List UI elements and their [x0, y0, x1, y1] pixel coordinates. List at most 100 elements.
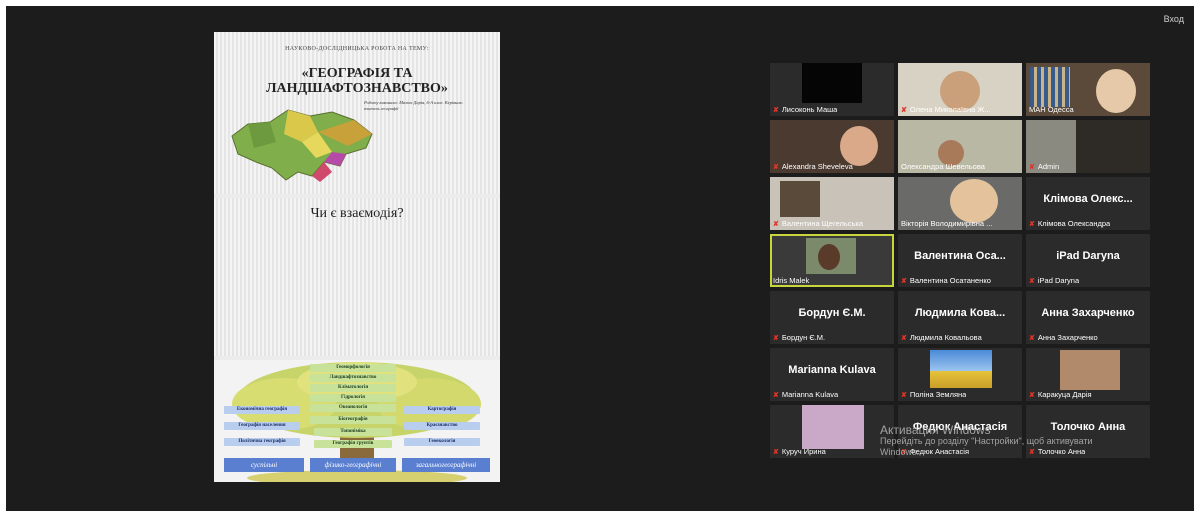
- tree-label: Гідрологія: [310, 394, 396, 402]
- tree-label: Кліматологія: [310, 384, 396, 392]
- tree-label: Географія населення: [224, 422, 300, 430]
- mic-muted-icon: ✘: [901, 107, 907, 114]
- tree-label: Океанологія: [310, 404, 396, 412]
- participant-tile[interactable]: ✘ Валентина Щегельська: [770, 177, 894, 230]
- mic-muted-icon: ✘: [901, 392, 907, 399]
- category-physical: фізико-географічні: [310, 458, 396, 472]
- tree-label: Картографія: [404, 406, 480, 414]
- participant-tile[interactable]: ✘ Каракуца Дарія: [1026, 348, 1150, 401]
- participant-display-name: Бордун Є.М.: [798, 307, 866, 319]
- participant-tile[interactable]: Бордун Є.М. ✘ Бордун Є.М.: [770, 291, 894, 344]
- participant-tile[interactable]: ✘ Поліна Земляна: [898, 348, 1022, 401]
- participant-name: ✘ Admin: [1029, 162, 1060, 171]
- mic-muted-icon: ✘: [773, 164, 779, 171]
- tree-label: Геоморфологія: [310, 364, 396, 372]
- watermark-line: Windows.: [880, 447, 920, 457]
- category-social: суспільні: [224, 458, 304, 472]
- participant-name: Вікторія Володимирівна ...: [901, 219, 993, 228]
- mic-muted-icon: ✘: [773, 107, 779, 114]
- participant-display-name: Валентина Оса...: [914, 250, 1006, 262]
- sign-in-link[interactable]: Вход: [1164, 14, 1184, 24]
- mic-muted-icon: ✘: [773, 392, 779, 399]
- tree-label: Економічна географія: [224, 406, 300, 414]
- slide-question: Чи є взаємодія?: [310, 206, 404, 221]
- participant-display-name: iPad Daryna: [1056, 250, 1120, 262]
- participant-tile[interactable]: ✘ Alexandra Sheveleva: [770, 120, 894, 173]
- participant-name: МАН Одесса: [1029, 105, 1074, 114]
- participant-name: ✘ Куруч Ирина: [773, 447, 826, 456]
- participant-name: ✘ Олена Миколаївна Ж...: [901, 105, 991, 114]
- participant-display-name: Людмила Кова...: [914, 307, 1006, 319]
- mic-muted-icon: ✘: [1029, 392, 1035, 399]
- tree-label: Краєзнавство: [404, 422, 480, 430]
- participant-tile[interactable]: iPad Daryna ✘ iPad Daryna: [1026, 234, 1150, 287]
- mic-muted-icon: ✘: [1029, 164, 1035, 171]
- participant-name: ✘ Анна Захарченко: [1029, 333, 1098, 342]
- shared-screen: НАУКОВО-ДОСЛІДНИЦЬКА РОБОТА НА ТЕМУ: «ГЕ…: [214, 32, 500, 482]
- participant-name: ✘ iPad Daryna: [1029, 276, 1080, 285]
- participant-display-name: Marianna Kulava: [788, 364, 876, 376]
- participant-name: ✘ Бордун Є.М.: [773, 333, 826, 342]
- slide-title: «ГЕОГРАФІЯ ТА ЛАНДШАФТОЗНАВСТВО»: [266, 66, 448, 96]
- tree-label: Географія грунтів: [314, 440, 392, 448]
- participant-name: ✘ Marianna Kulava: [773, 390, 839, 399]
- participant-tile[interactable]: Marianna Kulava ✘ Marianna Kulava: [770, 348, 894, 401]
- participant-tile[interactable]: ✘ Admin: [1026, 120, 1150, 173]
- slide-1: НАУКОВО-ДОСЛІДНИЦЬКА РОБОТА НА ТЕМУ: «ГЕ…: [214, 32, 500, 194]
- video-feed: [840, 126, 878, 166]
- tree-label: Політична географія: [224, 438, 300, 446]
- tree-label: Геоекологія: [404, 438, 480, 446]
- mic-muted-icon: ✘: [1029, 278, 1035, 285]
- participant-tile[interactable]: ✘ Олена Миколаївна Ж...: [898, 63, 1022, 116]
- participant-name: ✘ Валентина Щегельська: [773, 219, 864, 228]
- windows-activation-watermark: Активация Windows Перейдіть до розділу "…: [880, 423, 1093, 458]
- video-feed: [818, 244, 840, 270]
- tree-label: Ландшафтознавство: [310, 374, 396, 382]
- camera-off-area: [802, 63, 862, 103]
- video-feed: [1096, 69, 1136, 113]
- participant-tile[interactable]: МАН Одесса: [1026, 63, 1150, 116]
- mic-muted-icon: ✘: [773, 335, 779, 342]
- watermark-line: Перейдіть до розділу "Настройки", щоб ак…: [880, 436, 1093, 446]
- participant-name: ✘ Каракуца Дарія: [1029, 390, 1092, 399]
- participant-name: ✘ Alexandra Sheveleva: [773, 162, 853, 171]
- video-feed: [950, 179, 998, 223]
- participant-name: ✘ Людмила Ковальова: [901, 333, 982, 342]
- mic-muted-icon: ✘: [1029, 221, 1035, 228]
- participant-name: Олександра Шевельова: [901, 162, 985, 171]
- mic-muted-icon: ✘: [901, 335, 907, 342]
- mic-muted-icon: ✘: [901, 278, 907, 285]
- profile-picture: [930, 350, 992, 388]
- profile-picture: [1060, 350, 1120, 390]
- tree-label: Біогеографія: [310, 416, 396, 424]
- tree-label: Топоніміка: [314, 428, 392, 436]
- slide-3-tree: Геоморфологія Ландшафтознавство Кліматол…: [214, 360, 500, 482]
- slide-author-info: Роботу виконала: Малюк Дарія, 6-А клас. …: [364, 100, 464, 111]
- category-general: загальногеографічні: [402, 458, 490, 472]
- participant-tile[interactable]: Олександра Шевельова: [898, 120, 1022, 173]
- participant-name: ✘ Валентина Осатаненко: [901, 276, 991, 285]
- slide-kicker: НАУКОВО-ДОСЛІДНИЦЬКА РОБОТА НА ТЕМУ:: [285, 46, 429, 52]
- slide-2: Чи є взаємодія?: [214, 198, 500, 356]
- profile-picture: [802, 405, 864, 449]
- watermark-title: Активация Windows: [880, 423, 991, 437]
- mic-muted-icon: ✘: [773, 449, 779, 456]
- video-feed: [780, 181, 820, 217]
- video-feed: [1030, 67, 1070, 107]
- participant-tile[interactable]: ✘ Куруч Ирина: [770, 405, 894, 458]
- participant-tile[interactable]: Клімова Олекс... ✘ Клімова Олександра: [1026, 177, 1150, 230]
- participant-tile[interactable]: Вікторія Володимирівна ...: [898, 177, 1022, 230]
- participant-tile[interactable]: ✘ Лисоконь Маша: [770, 63, 894, 116]
- mic-muted-icon: ✘: [773, 221, 779, 228]
- participant-tile[interactable]: Людмила Кова... ✘ Людмила Ковальова: [898, 291, 1022, 344]
- ukraine-map-icon: [231, 109, 373, 182]
- participant-display-name: Анна Захарченко: [1041, 307, 1135, 319]
- participant-tile[interactable]: Анна Захарченко ✘ Анна Захарченко: [1026, 291, 1150, 344]
- participant-tile-active-speaker[interactable]: Idris Malek: [770, 234, 894, 287]
- participant-name: ✘ Поліна Земляна: [901, 390, 967, 399]
- participant-name: Idris Malek: [773, 276, 810, 285]
- participant-name: ✘ Лисоконь Маша: [773, 105, 838, 114]
- participant-display-name: Клімова Олекс...: [1043, 193, 1133, 205]
- participant-name: ✘ Клімова Олександра: [1029, 219, 1111, 228]
- participant-tile[interactable]: Валентина Оса... ✘ Валентина Осатаненко: [898, 234, 1022, 287]
